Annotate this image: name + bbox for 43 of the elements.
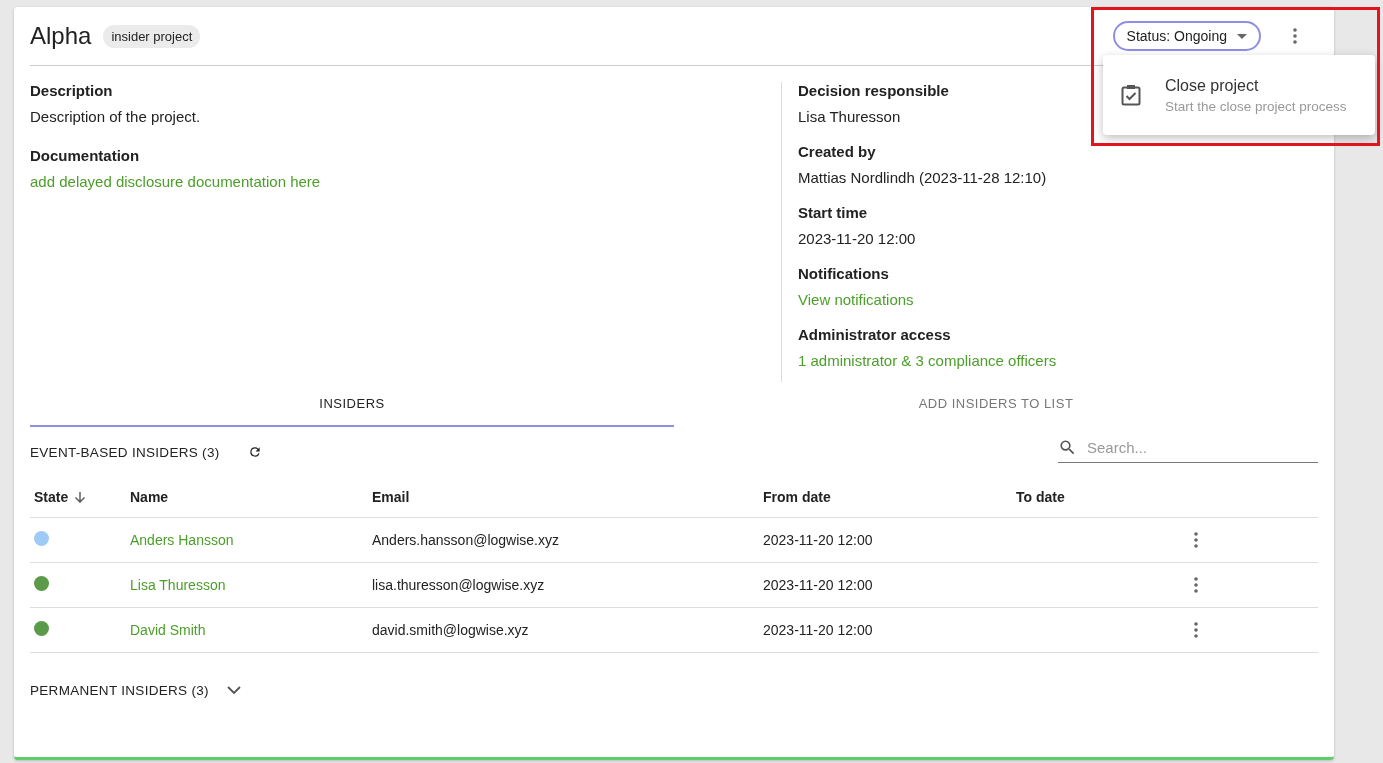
- project-title: Alpha: [30, 22, 92, 50]
- field-label: Description: [30, 82, 114, 99]
- date-cell: 2023-11-20 12:00: [763, 622, 873, 638]
- column-header[interactable]: State: [34, 489, 69, 505]
- field-label: Start time: [798, 204, 869, 221]
- field-value: 2023-11-20 12:00: [798, 230, 916, 247]
- status-dropdown[interactable]: Status: Ongoing: [1112, 21, 1261, 51]
- email-cell: david.smith@logwise.xyz: [372, 622, 529, 638]
- field-label: Decision responsible: [798, 82, 950, 99]
- email-cell: lisa.thuresson@logwise.xyz: [372, 577, 545, 593]
- project-tag: insider project: [103, 24, 201, 48]
- chevron-icon[interactable]: [226, 685, 241, 695]
- email-cell: Anders.hansson@logwise.xyz: [372, 532, 559, 548]
- field-label: Documentation: [30, 147, 141, 164]
- date-cell: 2023-11-20 12:00: [763, 577, 873, 593]
- field-value: Description of the project.: [30, 108, 201, 125]
- more-options-icon[interactable]: [1293, 28, 1297, 44]
- field-value: Lisa Thuresson: [798, 108, 901, 125]
- row-menu-icon[interactable]: [1193, 577, 1198, 593]
- field-value: Mattias Nordlindh (2023-11-28 12:10): [798, 169, 1047, 186]
- tab[interactable]: ADD INSIDERS TO LIST: [674, 382, 1318, 427]
- section-title: EVENT-BASED INSIDERS (3): [30, 444, 220, 460]
- field-label: Administrator access: [798, 326, 952, 343]
- column-header[interactable]: Name: [130, 489, 169, 505]
- refresh-icon[interactable]: [247, 445, 262, 459]
- clipboard-check-icon[interactable]: [1121, 84, 1141, 106]
- search-icon: [1058, 437, 1077, 457]
- date-cell: 2023-11-20 12:00: [763, 532, 873, 548]
- section-title: PERMANENT INSIDERS (3): [30, 682, 209, 698]
- menu-item-description: Start the close project process: [1165, 98, 1347, 114]
- column-header[interactable]: To date: [1016, 489, 1065, 505]
- insider-name-link[interactable]: Lisa Thuresson: [130, 577, 226, 593]
- column-header[interactable]: Email: [372, 489, 410, 505]
- sort-arrow-icon[interactable]: [74, 491, 87, 503]
- tab[interactable]: INSIDERS: [30, 382, 674, 427]
- column-header[interactable]: From date: [763, 489, 831, 505]
- field-label: Notifications: [798, 265, 890, 282]
- insider-name-link[interactable]: David Smith: [130, 622, 206, 638]
- field-label: Created by: [798, 143, 877, 160]
- caret-icon: [1237, 33, 1247, 39]
- menu-item-label[interactable]: Close project: [1165, 76, 1347, 95]
- row-menu-icon[interactable]: [1193, 532, 1198, 548]
- row-menu-icon[interactable]: [1193, 622, 1198, 638]
